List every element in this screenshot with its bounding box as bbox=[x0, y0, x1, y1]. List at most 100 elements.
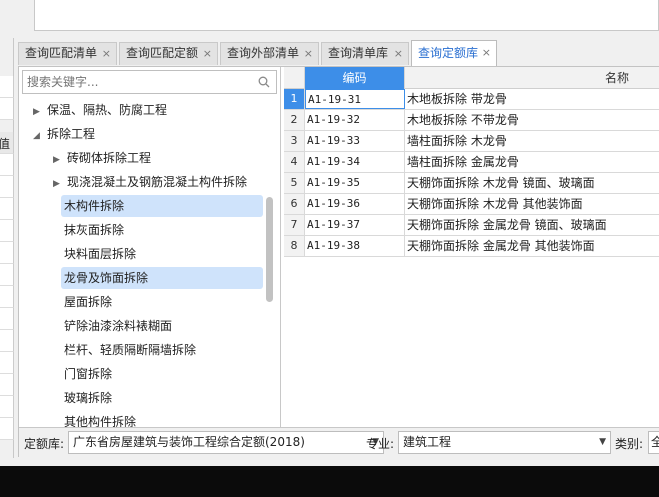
row-code[interactable]: A1-19-37 bbox=[305, 215, 405, 235]
row-code[interactable]: A1-19-32 bbox=[305, 110, 405, 130]
tree-node-label: 栏杆、轻质隔断隔墙拆除 bbox=[64, 343, 197, 357]
tree-node[interactable]: ▶ 保温、隔热、防腐工程 bbox=[33, 99, 263, 121]
search-icon[interactable] bbox=[258, 76, 270, 88]
chapter-tree-pane: ▶保温、隔热、防腐工程 ◢拆除工程 ▶砖砌体拆除工程 ▶现浇混凝土及钢筋混凝土构… bbox=[19, 67, 281, 427]
table-row[interactable]: 7 A1-19-37 天棚饰面拆除 金属龙骨 镜面、玻璃面 bbox=[284, 215, 659, 236]
chevron-down-icon[interactable]: ◢ bbox=[33, 125, 47, 147]
left-strip-cell bbox=[0, 198, 14, 220]
row-index: 6 bbox=[284, 194, 305, 214]
row-name[interactable]: 天棚饰面拆除 金属龙骨 镜面、玻璃面 bbox=[405, 215, 659, 235]
top-toolbar-area bbox=[0, 0, 659, 38]
row-code[interactable]: A1-19-34 bbox=[305, 152, 405, 172]
tree-node-selected[interactable]: 木构件拆除 bbox=[61, 195, 263, 217]
tab-query-match-quota[interactable]: 查询匹配定额 × bbox=[119, 42, 218, 65]
tree-scrollbar[interactable] bbox=[266, 197, 273, 302]
close-icon[interactable]: × bbox=[482, 41, 491, 65]
tree-node[interactable]: 玻璃拆除 bbox=[61, 387, 263, 409]
major-select[interactable]: 建筑工程 ▼ bbox=[398, 431, 611, 454]
row-code[interactable]: A1-19-33 bbox=[305, 131, 405, 151]
tab-query-match-list[interactable]: 查询匹配清单 × bbox=[18, 42, 117, 65]
row-name[interactable]: 天棚饰面拆除 木龙骨 镜面、玻璃面 bbox=[405, 173, 659, 193]
quota-library-label: 定额库: bbox=[24, 437, 65, 451]
tree-node[interactable]: 门窗拆除 bbox=[61, 363, 263, 385]
major-label: 专业: bbox=[366, 437, 395, 451]
tree-node[interactable]: 栏杆、轻质隔断隔墙拆除 bbox=[61, 339, 263, 361]
close-icon[interactable]: × bbox=[203, 43, 212, 64]
close-icon[interactable]: × bbox=[394, 43, 403, 64]
tab-query-quota-library[interactable]: 查询定额库 × bbox=[411, 40, 497, 66]
category-label: 类别: bbox=[615, 437, 644, 451]
category-select[interactable]: 全 bbox=[648, 431, 659, 454]
row-name[interactable]: 天棚饰面拆除 木龙骨 其他装饰面 bbox=[405, 194, 659, 214]
quota-library-panel: ▶保温、隔热、防腐工程 ◢拆除工程 ▶砖砌体拆除工程 ▶现浇混凝土及钢筋混凝土构… bbox=[18, 66, 659, 457]
column-header-name[interactable]: 名称 bbox=[405, 67, 659, 89]
row-name[interactable]: 墙柱面拆除 金属龙骨 bbox=[405, 152, 659, 172]
row-code[interactable]: A1-19-31 bbox=[305, 89, 405, 109]
dropdown-arrow-icon: ▼ bbox=[599, 437, 606, 447]
chevron-right-icon[interactable]: ▶ bbox=[53, 173, 67, 195]
row-index: 8 bbox=[284, 236, 305, 256]
row-index: 3 bbox=[284, 131, 305, 151]
query-tab-bar: 查询匹配清单 × 查询匹配定额 × 查询外部清单 × 查询清单库 × 查询定额库… bbox=[18, 40, 659, 66]
tree-node-label: 屋面拆除 bbox=[64, 295, 113, 309]
chevron-right-icon[interactable]: ▶ bbox=[33, 101, 47, 123]
quota-library-select[interactable]: 广东省房屋建筑与装饰工程综合定额(2018) ▼ bbox=[68, 431, 384, 454]
table-row[interactable]: 1 A1-19-31 木地板拆除 带龙骨 bbox=[284, 89, 659, 110]
tree-node-label: 木构件拆除 bbox=[64, 199, 125, 213]
row-code[interactable]: A1-19-38 bbox=[305, 236, 405, 256]
row-name[interactable]: 天棚饰面拆除 金属龙骨 其他装饰面 bbox=[405, 236, 659, 256]
tab-label: 查询外部清单 bbox=[227, 46, 300, 60]
tree-node-label: 现浇混凝土及钢筋混凝土构件拆除 bbox=[67, 175, 248, 189]
taskbar-strip bbox=[0, 466, 659, 497]
row-name[interactable]: 木地板拆除 不带龙骨 bbox=[405, 110, 659, 130]
table-row[interactable]: 5 A1-19-35 天棚饰面拆除 木龙骨 镜面、玻璃面 bbox=[284, 173, 659, 194]
row-name[interactable]: 墙柱面拆除 木龙骨 bbox=[405, 131, 659, 151]
left-strip-cell bbox=[0, 286, 14, 308]
quota-library-value: 广东省房屋建筑与装饰工程综合定额(2018) bbox=[73, 435, 305, 449]
left-strip-cell bbox=[0, 418, 14, 440]
tree-node[interactable]: 抹灰面拆除 bbox=[61, 219, 263, 241]
left-strip-cell bbox=[0, 242, 14, 264]
tree-node-label: 玻璃拆除 bbox=[64, 391, 113, 405]
table-row[interactable]: 4 A1-19-34 墙柱面拆除 金属龙骨 bbox=[284, 152, 659, 173]
tab-query-external-list[interactable]: 查询外部清单 × bbox=[220, 42, 319, 65]
tree-node-label: 铲除油漆涂料裱糊面 bbox=[64, 319, 173, 333]
tree-node[interactable]: 铲除油漆涂料裱糊面 bbox=[61, 315, 263, 337]
tree-node[interactable]: ▶ 现浇混凝土及钢筋混凝土构件拆除 bbox=[53, 171, 263, 193]
close-icon[interactable]: × bbox=[304, 43, 313, 64]
tree-node[interactable]: 块料面层拆除 bbox=[61, 243, 263, 265]
row-index: 2 bbox=[284, 110, 305, 130]
major-value: 建筑工程 bbox=[403, 435, 452, 449]
table-row[interactable]: 2 A1-19-32 木地板拆除 不带龙骨 bbox=[284, 110, 659, 131]
left-strip-cell bbox=[0, 220, 14, 242]
tree-node-selected[interactable]: 龙骨及饰面拆除 bbox=[61, 267, 263, 289]
table-row[interactable]: 3 A1-19-33 墙柱面拆除 木龙骨 bbox=[284, 131, 659, 152]
table-row[interactable]: 8 A1-19-38 天棚饰面拆除 金属龙骨 其他装饰面 bbox=[284, 236, 659, 257]
table-row[interactable]: 6 A1-19-36 天棚饰面拆除 木龙骨 其他装饰面 bbox=[284, 194, 659, 215]
tree-node-label: 门窗拆除 bbox=[64, 367, 113, 381]
left-edge-strip: 值 bbox=[0, 38, 14, 458]
chevron-right-icon[interactable]: ▶ bbox=[53, 149, 67, 171]
row-code[interactable]: A1-19-36 bbox=[305, 194, 405, 214]
close-icon[interactable]: × bbox=[102, 43, 111, 64]
column-header-code[interactable]: 编码 bbox=[305, 67, 405, 89]
tree-node[interactable]: 其他构件拆除 bbox=[61, 411, 263, 427]
search-input[interactable] bbox=[23, 71, 253, 93]
tree-node[interactable]: ◢ 拆除工程 bbox=[33, 123, 263, 145]
top-panel bbox=[34, 0, 659, 31]
chapter-tree: ▶ 保温、隔热、防腐工程 ◢ 拆除工程 ▶ 砖砌体拆除工程 ▶ 现浇混凝土及钢筋混凝土构… bbox=[19, 97, 281, 427]
left-strip-cell bbox=[0, 352, 14, 374]
tab-label: 查询匹配定额 bbox=[126, 46, 199, 60]
tab-query-list-library[interactable]: 查询清单库 × bbox=[321, 42, 409, 65]
tree-node[interactable]: ▶ 砖砌体拆除工程 bbox=[53, 147, 263, 169]
left-strip-cell bbox=[0, 98, 14, 120]
tree-node-label: 抹灰面拆除 bbox=[64, 223, 125, 237]
left-strip-cell bbox=[0, 176, 14, 198]
row-index: 1 bbox=[284, 89, 305, 109]
tab-label: 查询清单库 bbox=[328, 46, 389, 60]
tree-node[interactable]: 屋面拆除 bbox=[61, 291, 263, 313]
left-strip-cell bbox=[0, 264, 14, 286]
row-name[interactable]: 木地板拆除 带龙骨 bbox=[405, 89, 659, 109]
tab-label: 查询匹配清单 bbox=[25, 46, 98, 60]
row-code[interactable]: A1-19-35 bbox=[305, 173, 405, 193]
